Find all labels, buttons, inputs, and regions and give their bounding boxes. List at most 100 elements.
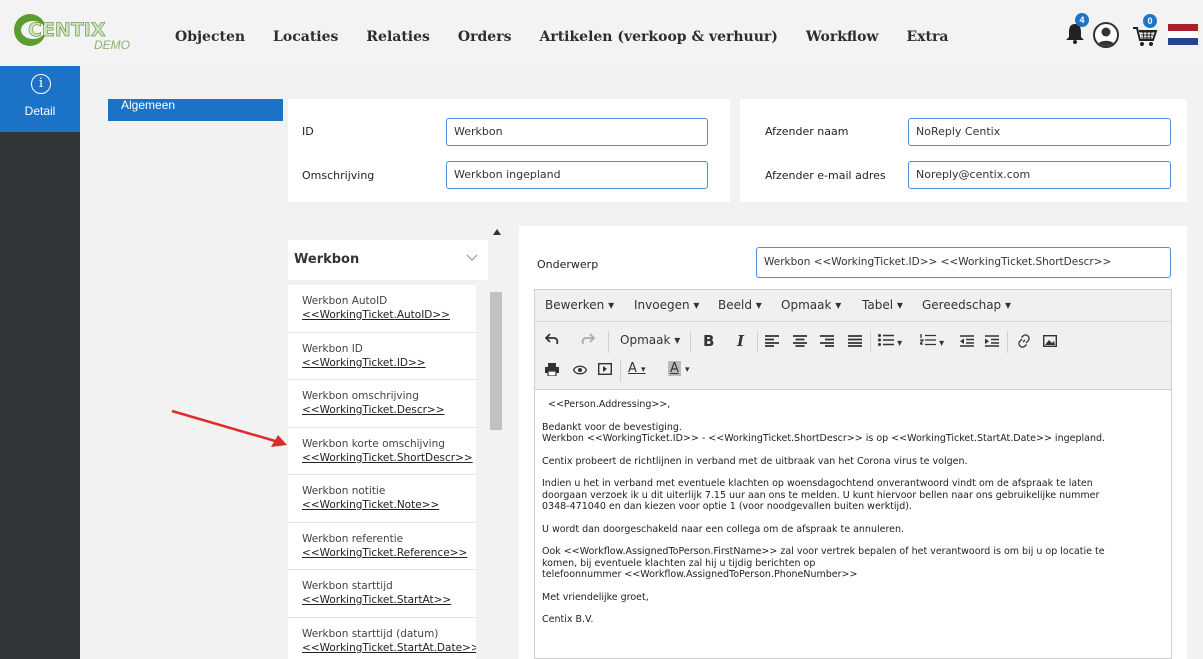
chevron-down-icon[interactable] [466,251,478,265]
dutch-flag-icon[interactable] [1168,24,1198,45]
menu-tabel-label: Tabel [862,298,894,312]
align-left-icon[interactable] [765,335,779,351]
header-icons: 4 0 [1063,13,1203,54]
list-item-title: Werkbon referentie [302,532,404,545]
undo-icon[interactable] [544,333,559,349]
redo-icon[interactable] [581,333,596,349]
bold-button[interactable]: B [703,332,714,350]
list-item-tag[interactable]: <<WorkingTicket.Reference>> [302,546,476,560]
align-justify-icon[interactable] [848,335,862,351]
menu-gereedschap[interactable]: Gereedschap ▾ [922,298,1011,312]
bullet-list-icon[interactable]: ▾ [878,334,902,349]
editor-line: telefoonnummer <<Workflow.AssignedToPers… [542,569,858,580]
menu-bewerken[interactable]: Bewerken ▾ [545,298,614,312]
list-item[interactable]: Werkbon starttijd <<WorkingTicket.StartA… [288,570,476,618]
nav-locaties[interactable]: Locaties [273,29,338,45]
editor-paragraph: <<Person.Addressing>>, [548,399,671,410]
variable-group-header[interactable]: Werkbon [288,240,488,280]
menu-opmaak[interactable]: Opmaak ▾ [781,298,841,312]
format-dropdown[interactable]: Opmaak ▾ [620,333,680,347]
menu-beeld[interactable]: Beeld ▾ [718,298,762,312]
nav-workflow[interactable]: Workflow [806,29,879,45]
outdent-icon[interactable] [960,335,974,351]
rich-text-editor: Bewerken ▾ Invoegen ▾ Beeld ▾ Opmaak ▾ T… [534,289,1172,659]
background-color-label: A [668,361,681,376]
subject-label: Onderwerp [537,258,599,271]
cart-icon[interactable]: 0 [1131,14,1159,48]
list-item[interactable]: Werkbon notitie <<WorkingTicket.Note>> [288,475,476,523]
editor-paragraph: Centix probeert de richtlijnen in verban… [542,455,968,467]
sidebar: i Detail [0,66,80,659]
user-avatar-icon[interactable] [1093,22,1119,48]
list-item[interactable]: Werkbon omschrijving <<WorkingTicket.Des… [288,380,476,428]
cart-badge: 0 [1143,14,1157,28]
id-input[interactable]: Werkbon [446,118,708,146]
nav-orders[interactable]: Orders [458,29,512,45]
list-item-tag[interactable]: <<WorkingTicket.ID>> [302,356,476,370]
align-right-icon[interactable] [820,335,834,351]
toolbar-separator [757,331,758,353]
link-icon[interactable] [1017,334,1031,352]
nav-artikelen[interactable]: Artikelen (verkoop & verhuur) [539,29,777,45]
editor-line: Bedankt voor de bevestiging. [542,421,682,433]
editor-line: doorgaan verzoek ik u dit uiterlijk 7.15… [542,489,1100,501]
list-item-tag[interactable]: <<WorkingTicket.ShortDescr>> [302,451,476,465]
list-item[interactable]: Werkbon starttijd (datum) <<WorkingTicke… [288,618,476,659]
editor-paragraph: Bedankt voor de bevestiging. Werkbon <<W… [542,422,1171,445]
background-color-button[interactable]: A ▾ [668,361,690,376]
menu-tabel[interactable]: Tabel ▾ [862,298,903,312]
list-scrollbar[interactable] [490,292,502,430]
bell-icon[interactable]: 4 [1065,13,1089,44]
afzender-email-input[interactable]: Noreply@centix.com [908,161,1171,189]
media-icon[interactable] [597,362,613,379]
list-item-title: Werkbon omschrijving [302,390,419,402]
list-item-title: Werkbon ID [302,342,363,355]
menu-opmaak-label: Opmaak [781,298,832,312]
indent-icon[interactable] [985,335,999,351]
print-icon[interactable] [545,363,559,380]
scroll-up-icon[interactable] [493,228,501,237]
editor-content[interactable]: <<Person.Addressing>>, Bedankt voor de b… [535,391,1171,637]
list-item-tag[interactable]: <<WorkingTicket.Note>> [302,498,476,512]
list-item[interactable]: Werkbon AutoID <<WorkingTicket.AutoID>> [288,285,476,333]
menu-beeld-label: Beeld [718,298,752,312]
list-item-title: Werkbon notitie [302,485,386,497]
list-item-tag[interactable]: <<WorkingTicket.AutoID>> [302,308,476,322]
nav-objecten[interactable]: Objecten [175,29,245,45]
omschrijving-input[interactable]: Werkbon ingepland [446,161,708,189]
red-arrow-annotation [171,409,287,447]
list-item[interactable]: Werkbon referentie <<WorkingTicket.Refer… [288,523,476,570]
align-center-icon[interactable] [793,335,807,351]
info-icon: i [31,74,51,94]
list-item-tag[interactable]: <<WorkingTicket.StartAt.Date>> [302,641,476,655]
tab-algemeen[interactable]: Algemeen [108,99,283,121]
list-item[interactable]: Werkbon ID <<WorkingTicket.ID>> [288,333,476,380]
format-dropdown-label: Opmaak [620,333,671,347]
afzender-email-label: Afzender e-mail adres [765,169,886,182]
toolbar-separator [608,331,609,353]
font-color-button[interactable]: A ▾ [628,361,646,376]
menu-bewerken-label: Bewerken [545,298,605,312]
image-icon[interactable] [1042,334,1058,351]
toolbar-separator [690,331,691,353]
toolbar-separator [1007,331,1008,353]
subject-input[interactable]: Werkbon <<WorkingTicket.ID>> <<WorkingTi… [756,247,1171,278]
list-item[interactable]: Werkbon korte omschijving <<WorkingTicke… [288,428,476,475]
list-item-title: Werkbon korte omschijving [302,437,445,450]
list-item-tag[interactable]: <<WorkingTicket.StartAt>> [302,593,476,607]
editor-line: komen, bij eventuele klachten zal hij u … [542,557,816,569]
preview-eye-icon[interactable] [572,364,588,379]
nav-relaties[interactable]: Relaties [366,29,430,45]
sidebar-item-detail[interactable]: i Detail [0,66,80,132]
centix-logo[interactable]: CENTIX DEMO [14,14,144,54]
editor-paragraph: Indien u het in verband met eventuele kl… [542,478,1171,513]
nav-extra[interactable]: Extra [907,29,949,45]
notification-badge: 4 [1075,13,1089,27]
list-item-tag[interactable]: <<WorkingTicket.Descr>> [302,403,476,417]
afzender-naam-input[interactable]: NoReply Centix [908,118,1171,146]
italic-button[interactable]: I [737,332,744,350]
menu-invoegen[interactable]: Invoegen ▾ [634,298,699,312]
editor-toolbar: Bewerken ▾ Invoegen ▾ Beeld ▾ Opmaak ▾ T… [535,290,1171,390]
editor-line: 0348-471040 en dan kiezen voor optie 1 (… [542,501,912,512]
numbered-list-icon[interactable]: ▾ [918,334,944,349]
